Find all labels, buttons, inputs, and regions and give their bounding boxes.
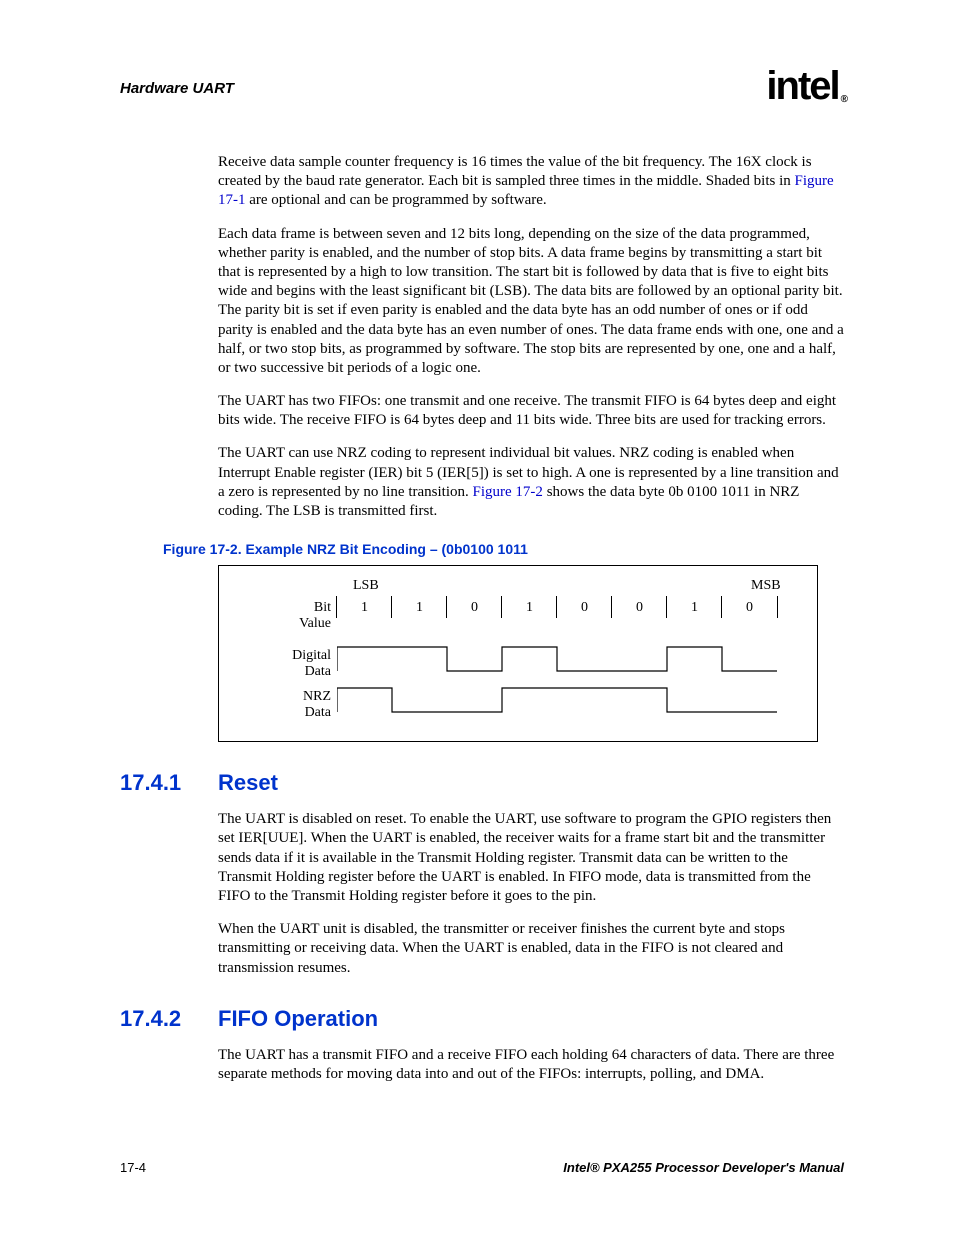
bit: 1: [361, 600, 368, 615]
intel-logo: intel®: [766, 64, 844, 109]
manual-title: Intel® PXA255 Processor Developer's Manu…: [563, 1160, 844, 1175]
paragraph: The UART has two FIFOs: one transmit and…: [218, 392, 844, 430]
bit-values: 1 1 0 1 0 0 1 0: [337, 600, 777, 616]
section-title-fifo: FIFO Operation: [218, 1006, 378, 1032]
paragraph: Receive data sample counter frequency is…: [218, 153, 844, 211]
bit: 0: [746, 600, 753, 615]
row-label-digital: Digital Data: [279, 648, 331, 679]
page-number: 17-4: [120, 1160, 146, 1175]
paragraph: Each data frame is between seven and 12 …: [218, 225, 844, 379]
msb-label: MSB: [751, 578, 781, 594]
paragraph: The UART can use NRZ coding to represent…: [218, 444, 844, 521]
figure-17-2: Bit Value Digital Data NRZ Data LSB MSB …: [218, 565, 818, 742]
registered-icon: ®: [841, 94, 846, 105]
section-number: 17.4.2: [120, 1006, 218, 1032]
row-label-bit: Bit Value: [279, 600, 331, 631]
running-header: Hardware UART: [120, 80, 234, 97]
section-number: 17.4.1: [120, 770, 218, 796]
bit: 0: [636, 600, 643, 615]
bit: 0: [471, 600, 478, 615]
section-title-reset: Reset: [218, 770, 278, 796]
row-label-nrz: NRZ Data: [279, 689, 331, 720]
figure-caption: Figure 17-2. Example NRZ Bit Encoding – …: [163, 541, 844, 557]
paragraph: When the UART unit is disabled, the tran…: [218, 920, 844, 978]
logo-text: intel: [766, 64, 838, 108]
figure-17-2-link[interactable]: Figure 17-2: [473, 484, 543, 500]
paragraph: The UART is disabled on reset. To enable…: [218, 810, 844, 906]
lsb-label: LSB: [353, 578, 379, 594]
text: are optional and can be programmed by so…: [246, 192, 547, 208]
text: Receive data sample counter frequency is…: [218, 154, 812, 189]
bit: 1: [416, 600, 423, 615]
bit: 1: [526, 600, 533, 615]
bit: 0: [581, 600, 588, 615]
bit: 1: [691, 600, 698, 615]
nrz-waveform: [337, 682, 807, 718]
paragraph: The UART has a transmit FIFO and a recei…: [218, 1046, 844, 1084]
digital-waveform: [337, 641, 807, 677]
